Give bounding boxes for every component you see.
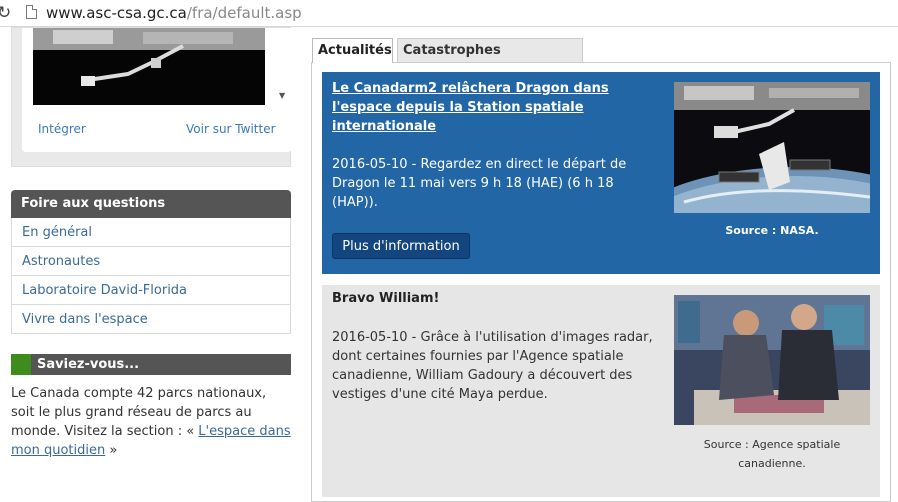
tab-actualites[interactable]: Actualités (312, 38, 393, 63)
faq-item-astronautes[interactable]: Astronautes (11, 247, 291, 276)
tab-catastrophes-naturelles[interactable]: Catastrophes naturelles (397, 38, 583, 82)
page-icon (26, 5, 37, 19)
saviez-vous-title: Saviez-vous... (37, 357, 140, 372)
url-host: www.asc-csa.gc.ca (46, 4, 187, 22)
news-image-caption: Source : NASA. (725, 224, 819, 237)
news-title-link[interactable]: Le Canadarm2 relâchera Dragon dans l'esp… (332, 79, 632, 136)
news-title: Bravo William! (332, 291, 440, 306)
dragon-earth-picture (674, 82, 870, 213)
url-field[interactable]: www.asc-csa.gc.ca/fra/default.asp (46, 4, 302, 22)
news-item-william: Bravo William! 2016-05-10 - Grâce à l'ut… (322, 285, 880, 497)
faq-item-vivre-espace[interactable]: Vivre dans l'espace (11, 305, 291, 334)
faq-item-general[interactable]: En général (11, 218, 291, 247)
more-info-button[interactable]: Plus d'information (332, 233, 470, 259)
saviez-suffix: » (105, 443, 118, 458)
news-image-william (674, 295, 870, 425)
twitter-widget: ▼ Intégrer Voir sur Twitter (11, 27, 292, 167)
news-image-caption: Source : Agence spatiale canadienne. (703, 438, 841, 470)
news-image-dragon (674, 82, 870, 213)
william-photo (674, 295, 870, 425)
scroll-down-icon[interactable]: ▼ (279, 91, 285, 100)
faq-box: Foire aux questions En général Astronaut… (11, 190, 291, 334)
news-summary: 2016-05-10 - Regardez en direct le dépar… (332, 157, 627, 210)
news-summary: 2016-05-10 - Grâce à l'utilisation d'ima… (332, 330, 653, 402)
address-bar: ↻ www.asc-csa.gc.ca/fra/default.asp (0, 0, 898, 27)
saviez-vous-header: Saviez-vous... (11, 354, 291, 375)
embed-link[interactable]: Intégrer (38, 122, 86, 136)
faq-item-laboratoire[interactable]: Laboratoire David-Florida (11, 276, 291, 305)
view-on-twitter-link[interactable]: Voir sur Twitter (186, 122, 276, 136)
news-item-canadarm: Le Canadarm2 relâchera Dragon dans l'esp… (322, 72, 880, 274)
faq-title: Foire aux questions (11, 190, 291, 218)
saviez-vous-text: Le Canada compte 42 parcs nationaux, soi… (11, 384, 291, 460)
tweet-image[interactable] (33, 28, 265, 105)
saviez-accent (11, 354, 31, 375)
url-path: /fra/default.asp (186, 4, 302, 22)
iss-arm-picture (33, 28, 265, 105)
reload-icon[interactable]: ↻ (0, 3, 11, 23)
